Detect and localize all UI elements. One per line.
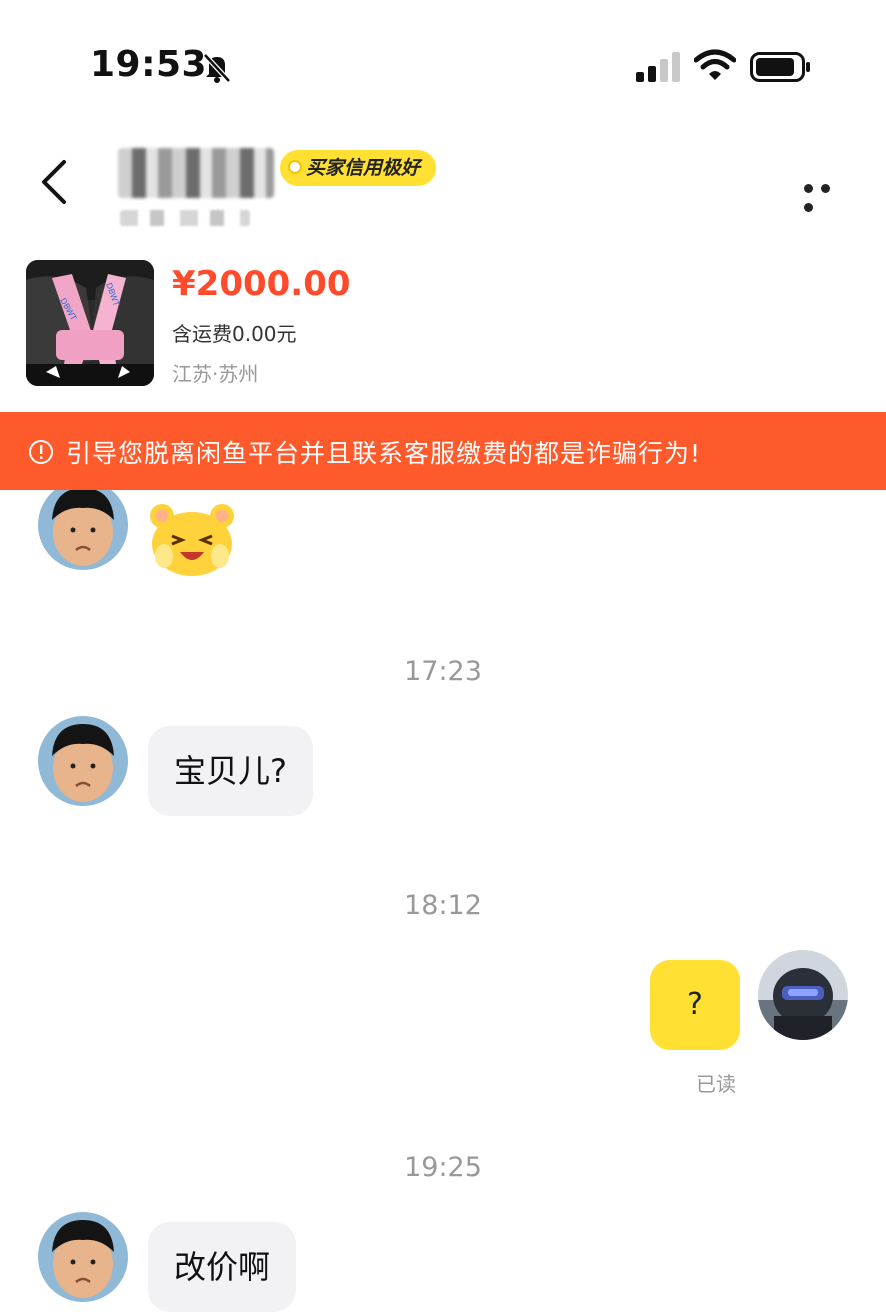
message-bubble-received[interactable]: 宝贝儿?: [148, 726, 313, 816]
product-location: 江苏·苏州: [172, 362, 259, 386]
chevron-left-icon[interactable]: [36, 156, 72, 208]
seller-avatar[interactable]: [38, 490, 128, 570]
product-price: ¥2000.00: [172, 264, 351, 304]
seller-avatar[interactable]: [38, 1212, 128, 1302]
read-status: 已读: [696, 1072, 736, 1096]
fraud-warning-banner: 引导您脱离闲鱼平台并且联系客服缴费的都是诈骗行为!: [0, 412, 886, 490]
wifi-icon: [694, 49, 736, 80]
laughing-hamster-sticker: [150, 504, 234, 576]
battery-icon: [750, 52, 810, 82]
chat-messages: 17:23 宝贝儿? 18:12 ? 已读 19:25 改价啊: [0, 490, 886, 1312]
message-timestamp: 17:23: [404, 656, 482, 687]
credit-badge-label: 买家信用极好: [306, 157, 421, 179]
seller-subtitle-blurred: [120, 210, 250, 226]
fraud-warning-text: 引导您脱离闲鱼平台并且联系客服缴费的都是诈骗行为!: [66, 439, 702, 468]
gloves-image: DBWT DBWT: [26, 260, 154, 386]
message-bubble-sent[interactable]: ?: [650, 960, 740, 1050]
product-thumbnail: DBWT DBWT: [26, 260, 154, 386]
message-timestamp: 18:12: [404, 890, 482, 921]
seller-name-blurred: [118, 148, 274, 198]
message-bubble-received[interactable]: 改价啊: [148, 1222, 297, 1312]
status-bar: 19:53: [0, 0, 886, 130]
bell-slash-icon: [203, 53, 231, 83]
buyer-avatar[interactable]: [758, 950, 848, 1040]
info-circle-icon: [29, 440, 53, 464]
status-time: 19:53: [90, 44, 208, 85]
cellular-signal-icon: [636, 52, 680, 82]
credit-badge: 买家信用极好: [280, 150, 437, 186]
product-card[interactable]: DBWT DBWT ¥2000.00 含运费0.00元 江苏·苏州: [0, 242, 886, 412]
credit-dot-icon: [288, 160, 302, 174]
ellipsis-icon[interactable]: [804, 178, 854, 212]
seller-avatar[interactable]: [38, 716, 128, 806]
product-shipping: 含运费0.00元: [172, 322, 297, 346]
chat-header: 买家信用极好: [0, 130, 886, 242]
message-timestamp: 19:25: [404, 1152, 482, 1183]
